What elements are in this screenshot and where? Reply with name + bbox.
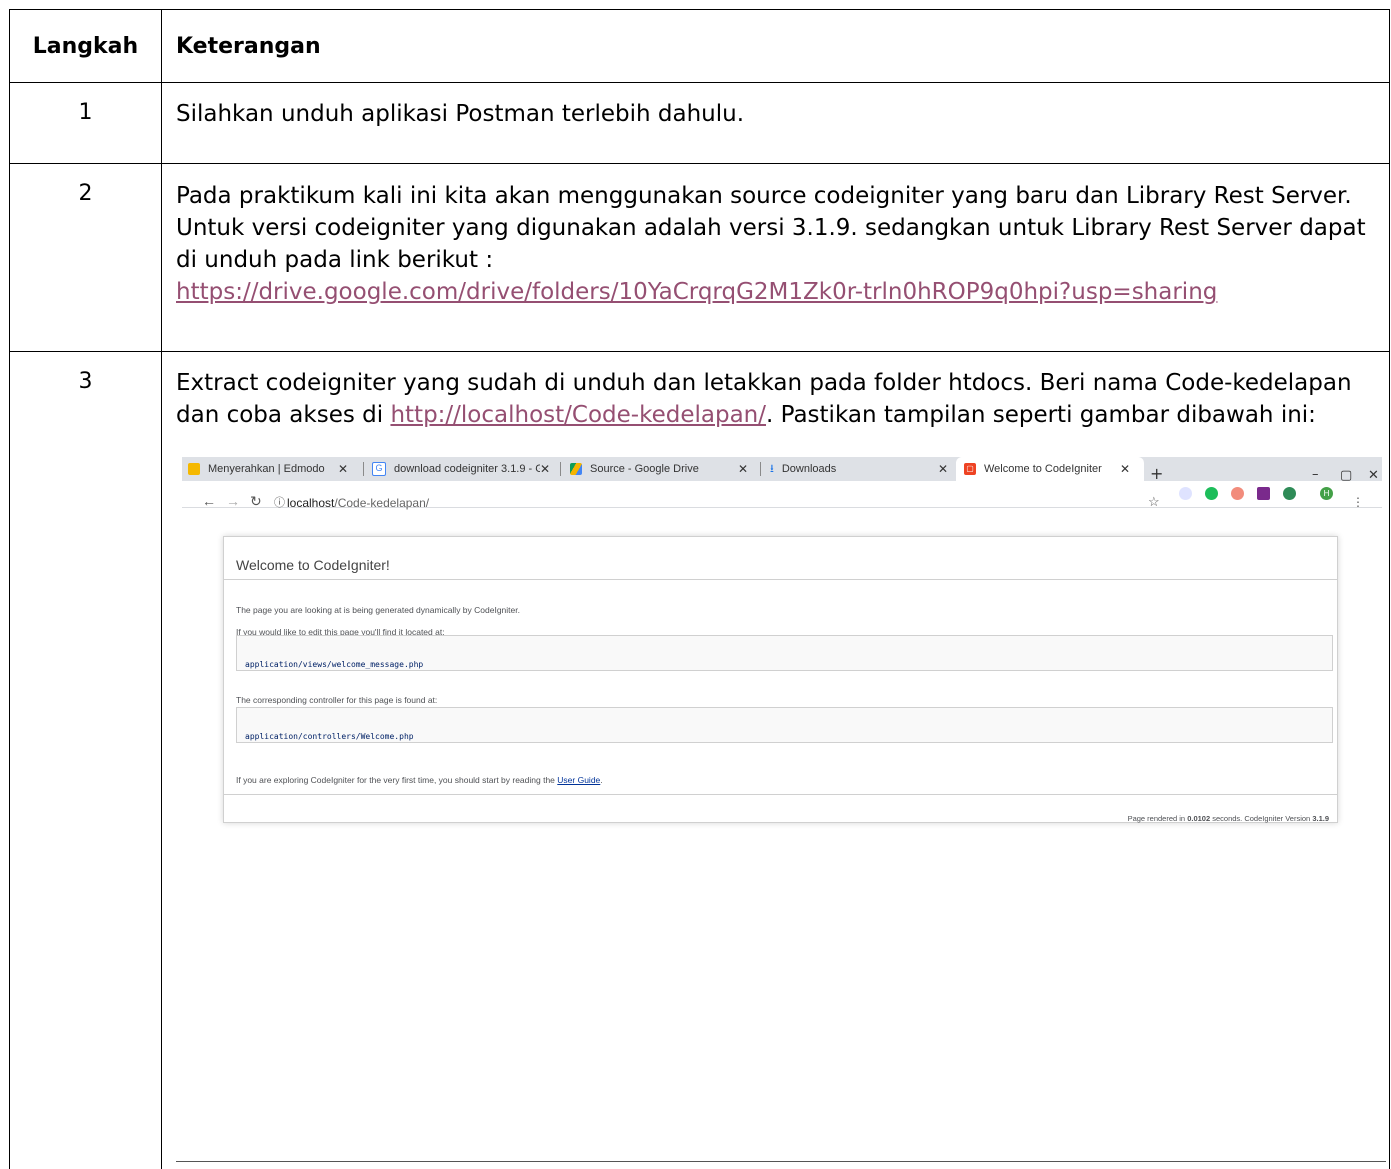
codeigniter-welcome-container: Welcome to CodeIgniter! The page you are… — [223, 536, 1338, 823]
step-number: 3 — [10, 352, 162, 1169]
header-keterangan: Keterangan — [162, 10, 1390, 83]
divider — [224, 579, 1337, 580]
browser-tab[interactable]: Menyerahkan | Edmodo ✕ — [188, 457, 353, 481]
browser-tab[interactable]: ⭳ Downloads ✕ — [770, 457, 950, 481]
info-icon[interactable]: ⓘ — [274, 487, 285, 519]
step-number: 1 — [10, 83, 162, 164]
browser-screenshot: Menyerahkan | Edmodo ✕ G download codeig… — [172, 457, 1391, 1047]
bookmark-star-icon[interactable]: ☆ — [1148, 486, 1160, 518]
address-bar: ← → ↻ ⓘ localhost/Code-kedelapan/ ☆ H ⋮ — [182, 481, 1382, 508]
steps-table: Langkah Keterangan 1 Silahkan unduh apli… — [9, 9, 1390, 1169]
browser-tab-bar: Menyerahkan | Edmodo ✕ G download codeig… — [182, 457, 1382, 481]
drive-link[interactable]: https://drive.google.com/drive/folders/1… — [176, 279, 1217, 305]
close-icon[interactable]: ✕ — [540, 457, 550, 481]
screenshot-bottom-border — [176, 1161, 1386, 1162]
table-row: 3 Extract codeigniter yang sudah di undu… — [10, 352, 1390, 1169]
tab-separator — [760, 462, 761, 476]
step-text: Pada praktikum kali ini kita akan menggu… — [162, 164, 1390, 352]
table-row: 2 Pada praktikum kali ini kita akan meng… — [10, 164, 1390, 352]
step-number: 2 — [10, 164, 162, 352]
extension-shield-icon[interactable] — [1179, 487, 1192, 500]
header-langkah: Langkah — [10, 10, 162, 83]
forward-icon[interactable]: → — [226, 485, 240, 517]
extension-green-icon[interactable] — [1205, 487, 1218, 500]
view-path-code: application/views/welcome_message.php — [236, 635, 1333, 671]
google-icon: G — [372, 462, 386, 476]
controller-path-code: application/controllers/Welcome.php — [236, 707, 1333, 743]
render-time-footer: Page rendered in 0.0102 seconds. CodeIgn… — [1128, 803, 1329, 835]
extension-purple-icon[interactable] — [1257, 487, 1270, 500]
reload-icon[interactable]: ↻ — [250, 485, 262, 517]
menu-icon[interactable]: ⋮ — [1352, 486, 1364, 518]
back-icon[interactable]: ← — [202, 485, 216, 517]
page-title: Welcome to CodeIgniter! — [236, 549, 390, 581]
avatar[interactable]: H — [1320, 487, 1333, 500]
step-text: Extract codeigniter yang sudah di unduh … — [162, 352, 1390, 1169]
user-guide-link[interactable]: User Guide — [557, 775, 600, 785]
step-text: Silahkan unduh aplikasi Postman terlebih… — [162, 83, 1390, 164]
browser-tab-active[interactable]: ▢ Welcome to CodeIgniter ✕ — [956, 457, 1144, 481]
tab-separator — [560, 462, 561, 476]
codeigniter-icon: ▢ — [964, 463, 976, 475]
tab-separator — [363, 462, 364, 476]
edmodo-icon — [188, 463, 200, 475]
browser-tab[interactable]: G download codeigniter 3.1.9 - Go ✕ — [372, 457, 552, 481]
extension-globe-icon[interactable] — [1283, 487, 1296, 500]
drive-icon — [570, 463, 582, 475]
user-guide-text: If you are exploring CodeIgniter for the… — [236, 764, 603, 796]
localhost-link[interactable]: http://localhost/Code-kedelapan/ — [390, 402, 766, 428]
browser-tab[interactable]: Source - Google Drive ✕ — [570, 457, 750, 481]
table-row: 1 Silahkan unduh aplikasi Postman terleb… — [10, 83, 1390, 164]
footer-divider — [224, 794, 1337, 795]
table-header-row: Langkah Keterangan — [10, 10, 1390, 83]
extension-brain-icon[interactable] — [1231, 487, 1244, 500]
url-field[interactable]: localhost/Code-kedelapan/ — [287, 487, 429, 519]
